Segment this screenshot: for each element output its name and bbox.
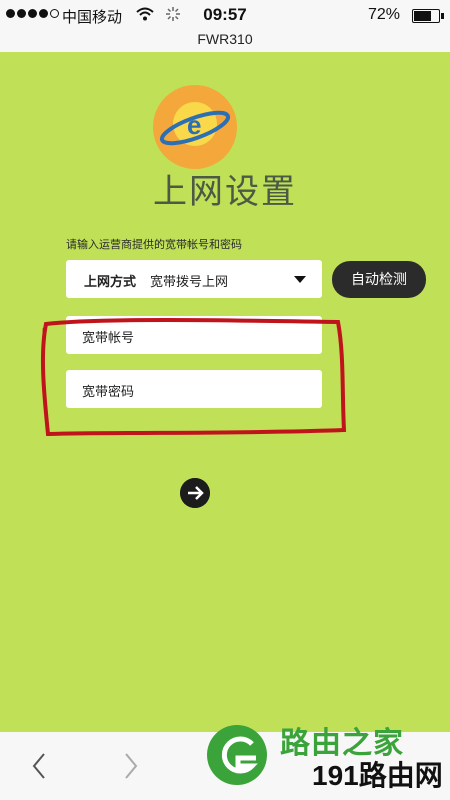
status-bar: 中国移动 09:57 72% bbox=[0, 0, 450, 30]
svg-text:e: e bbox=[187, 110, 201, 140]
next-arrow-icon[interactable] bbox=[180, 478, 210, 508]
broadband-account-input[interactable]: 宽带帐号 bbox=[66, 316, 322, 354]
url-bar[interactable]: FWR310 bbox=[0, 30, 450, 52]
broadband-password-input[interactable]: 宽带密码 bbox=[66, 370, 322, 408]
page-title: 上网设置 bbox=[153, 173, 297, 211]
logo-icon: e bbox=[153, 85, 237, 169]
password-placeholder: 宽带密码 bbox=[82, 384, 135, 399]
instruction-text: 请输入运营商提供的宽带帐号和密码 bbox=[66, 239, 242, 251]
connection-type-select[interactable]: 上网方式 宽带拨号上网 bbox=[66, 260, 322, 298]
dropdown-arrow-icon[interactable] bbox=[294, 276, 306, 283]
watermark-logo-icon bbox=[207, 725, 267, 785]
back-icon[interactable] bbox=[30, 752, 48, 780]
router-setup-page: e 上网设置 请输入运营商提供的宽带帐号和密码 上网方式 宽带拨号上网 自动检测… bbox=[0, 52, 450, 732]
connection-type-value: 宽带拨号上网 bbox=[150, 274, 229, 289]
forward-icon[interactable] bbox=[122, 752, 140, 780]
auto-detect-button[interactable]: 自动检测 bbox=[332, 261, 426, 298]
battery-icon bbox=[412, 9, 444, 23]
browser-toolbar: 路由之家 191路由网 bbox=[0, 725, 450, 800]
battery-percentage: 72% bbox=[367, 6, 400, 23]
connection-type-label: 上网方式 bbox=[84, 274, 137, 289]
watermark-site-sub: 191路由网 bbox=[312, 760, 443, 791]
account-placeholder: 宽带帐号 bbox=[82, 330, 135, 345]
